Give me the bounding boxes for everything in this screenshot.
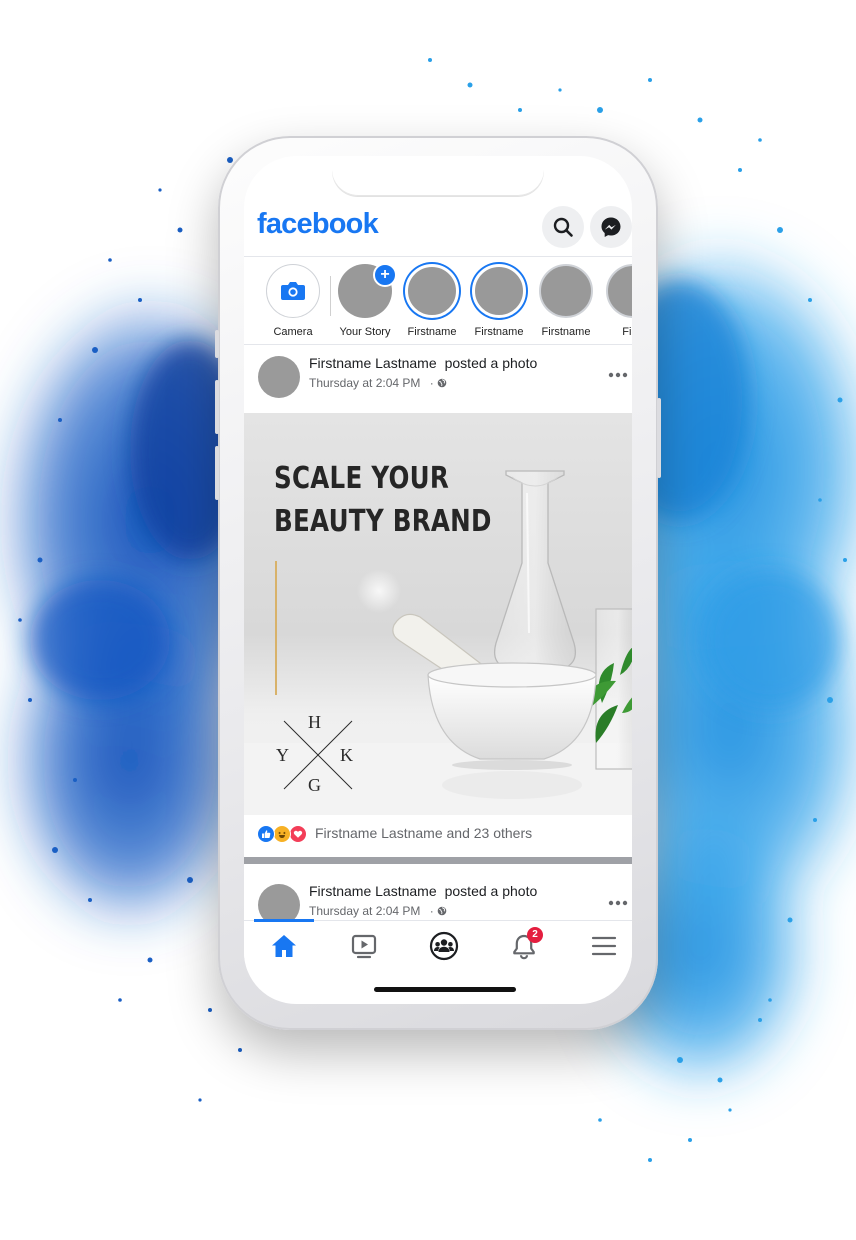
monogram-letter-left: Y	[276, 745, 289, 765]
meta-separator: ·	[429, 376, 434, 390]
ad-headline-line-2: BEAUTY BRAND	[274, 504, 492, 539]
post-header: Firstname Lastname posted a photo Thursda…	[244, 346, 632, 402]
globe-icon	[437, 906, 447, 916]
top-bar: facebook	[244, 200, 632, 256]
camera-icon	[281, 282, 305, 300]
story-label: Firstname	[541, 326, 591, 338]
stories-divider	[244, 344, 632, 345]
phone-notch	[332, 156, 544, 196]
phone-volume-up-button	[215, 380, 219, 434]
nav-home[interactable]	[262, 929, 306, 963]
home-indicator[interactable]	[374, 987, 516, 992]
gold-accent-line	[275, 561, 277, 695]
phone-volume-down-button	[215, 446, 219, 500]
reactions-summary[interactable]: Firstname Lastname and 23 others	[244, 815, 632, 851]
post-author-line: Firstname Lastname posted a photo	[309, 883, 537, 899]
story-label: Firstname	[407, 326, 457, 338]
messenger-button[interactable]	[590, 206, 632, 248]
active-tab-indicator	[254, 919, 314, 922]
story-avatar	[539, 264, 593, 318]
phone-screen: facebook Camera + Your Story Firstname F…	[244, 156, 632, 1004]
post-action: posted a photo	[444, 355, 538, 371]
post-timestamp[interactable]: Thursday at 2:04 PM	[309, 376, 420, 390]
stories-tray: Camera + Your Story Firstname Firstname …	[244, 260, 632, 342]
post-author[interactable]: Firstname Lastname	[309, 355, 437, 371]
nav-watch[interactable]	[342, 929, 386, 963]
notification-badge: 2	[527, 927, 543, 943]
post-author-line: Firstname Lastname posted a photo	[309, 355, 537, 371]
more-options-icon[interactable]	[606, 898, 632, 908]
story-item[interactable]: Firstname	[400, 264, 464, 338]
monogram-letter-top: H	[308, 712, 321, 732]
bottom-navigation: 2	[244, 919, 632, 971]
post-image[interactable]: SCALE YOUR BEAUTY BRAND H Y K G	[244, 413, 632, 815]
post-meta: Thursday at 2:04 PM ·	[309, 904, 447, 918]
phone-side-button	[215, 330, 219, 358]
ad-headline-line-1: SCALE YOUR	[274, 461, 450, 496]
post-separator	[244, 857, 632, 864]
story-item[interactable]: Firstname	[534, 264, 598, 338]
meta-separator: ·	[429, 904, 434, 918]
facebook-logo[interactable]: facebook	[257, 208, 379, 241]
hamburger-menu-icon	[591, 936, 617, 956]
story-avatar	[472, 264, 526, 318]
monogram-letter-bottom: G	[308, 775, 321, 795]
story-label: Your Story	[339, 326, 391, 338]
phone-power-button	[657, 398, 661, 478]
ad-headline: SCALE YOUR BEAUTY BRAND	[274, 457, 492, 543]
post-timestamp[interactable]: Thursday at 2:04 PM	[309, 904, 420, 918]
like-reaction-icon	[257, 825, 275, 843]
globe-icon	[437, 378, 447, 388]
video-icon	[351, 934, 377, 959]
story-avatar	[405, 264, 459, 318]
messenger-icon	[601, 217, 621, 237]
plus-icon[interactable]: +	[373, 263, 397, 287]
story-label: First	[622, 326, 632, 338]
story-label: Firstname	[474, 326, 524, 338]
top-divider	[244, 256, 632, 257]
reactions-text[interactable]: Firstname Lastname and 23 others	[315, 825, 532, 841]
nav-groups[interactable]	[422, 929, 466, 963]
post-author[interactable]: Firstname Lastname	[309, 883, 437, 899]
avatar[interactable]	[258, 356, 300, 398]
brand-monogram: H Y K G	[268, 712, 364, 797]
monogram-letter-right: K	[340, 745, 353, 765]
story-avatar	[606, 264, 632, 318]
search-icon	[553, 217, 573, 237]
story-label: Camera	[273, 326, 313, 338]
story-item[interactable]: First	[601, 264, 632, 338]
camera-story-circle	[266, 264, 320, 318]
nav-notifications[interactable]: 2	[502, 927, 546, 963]
story-camera[interactable]: Camera	[261, 264, 325, 338]
search-button[interactable]	[542, 206, 584, 248]
post-meta: Thursday at 2:04 PM ·	[309, 376, 447, 390]
more-options-icon[interactable]	[606, 370, 632, 380]
post-action: posted a photo	[444, 883, 538, 899]
haha-reaction-icon	[273, 825, 291, 843]
love-reaction-icon	[289, 825, 307, 843]
story-item[interactable]: Firstname	[467, 264, 531, 338]
home-icon	[272, 935, 296, 957]
story-your-story[interactable]: + Your Story	[333, 263, 397, 338]
groups-icon	[429, 931, 459, 961]
stories-separator	[330, 276, 331, 316]
nav-menu[interactable]	[582, 929, 626, 963]
